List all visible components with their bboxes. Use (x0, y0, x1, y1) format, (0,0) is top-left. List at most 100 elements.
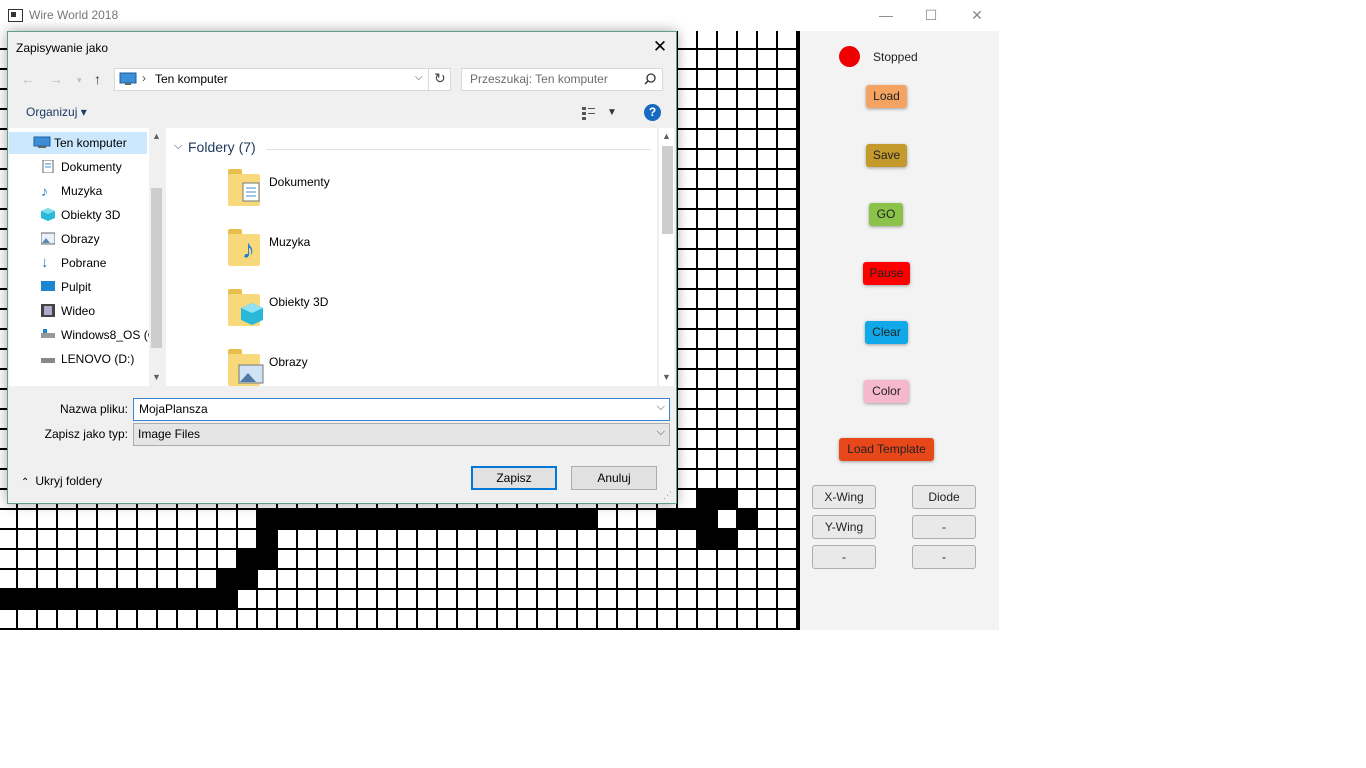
computer-icon (119, 72, 137, 85)
back-icon[interactable]: ← (21, 71, 35, 87)
nav-item-videos[interactable]: Wideo (9, 300, 147, 322)
address-bar[interactable]: › Ten komputer ⌵ ↻ (114, 68, 451, 91)
load-button[interactable]: Load (866, 85, 907, 108)
save-file-button[interactable]: Zapisz (471, 466, 557, 490)
resize-grip-icon[interactable]: ⋰ (663, 490, 672, 501)
grid-cell (736, 509, 756, 529)
folder-music-icon[interactable]: ♪ (228, 228, 266, 268)
y-wing-button[interactable]: Y-Wing (812, 515, 876, 539)
hide-folders-toggle[interactable]: ⌃ Ukryj foldery (21, 474, 102, 488)
address-dropdown-icon[interactable]: ⌵ (415, 72, 423, 83)
template-slot-button[interactable]: - (912, 515, 976, 539)
control-panel: Stopped Load Save GO Pause Clear Color L… (800, 31, 999, 630)
nav-item-documents[interactable]: Dokumenty (9, 156, 147, 178)
dialog-close-button[interactable]: ✕ (644, 32, 676, 62)
music-icon: ♪ (41, 183, 48, 199)
scroll-up-icon[interactable]: ▲ (659, 131, 674, 141)
navigation-pane: Ten komputer Dokumenty ♪ Muzyka Obiekty … (9, 128, 164, 386)
scroll-down-icon[interactable]: ▼ (149, 372, 164, 382)
pause-button[interactable]: Pause (863, 262, 910, 285)
files-scrollbar[interactable]: ▲ ▼ (659, 128, 674, 386)
up-icon[interactable]: ↑ (94, 71, 101, 87)
grid-cell (696, 489, 736, 509)
computer-icon (33, 136, 51, 148)
nav-item-this-pc[interactable]: Ten komputer (9, 132, 147, 154)
color-button[interactable]: Color (864, 380, 909, 403)
grid-cell (696, 509, 716, 529)
desktop-icon (41, 281, 55, 291)
filename-input[interactable]: MojaPlansza ⌵ (133, 398, 670, 421)
grid-cell (656, 509, 696, 529)
files-scroll-thumb[interactable] (662, 146, 673, 234)
diode-button[interactable]: Diode (912, 485, 976, 509)
filename-value: MojaPlansza (139, 402, 208, 416)
collapse-group-icon[interactable]: ⌵ (174, 140, 182, 153)
filetype-value: Image Files (138, 427, 201, 441)
drive-icon (41, 358, 55, 363)
nav-scroll-thumb[interactable] (151, 188, 162, 348)
folder-label[interactable]: Dokumenty (269, 175, 330, 189)
nav-item-drive-c[interactable]: Windows8_OS (C (9, 324, 149, 346)
maximize-button[interactable]: ☐ (908, 0, 954, 31)
nav-item-label: Ten komputer (54, 136, 127, 150)
document-overlay-icon (242, 182, 260, 202)
x-wing-button[interactable]: X-Wing (812, 485, 876, 509)
forward-icon[interactable]: → (49, 71, 63, 87)
cancel-button[interactable]: Anuluj (571, 466, 657, 490)
recent-locations-icon[interactable]: ▾ (77, 75, 82, 86)
grid-cell (0, 589, 236, 609)
nav-item-pictures[interactable]: Obrazy (9, 228, 147, 250)
scroll-down-icon[interactable]: ▼ (659, 372, 674, 382)
template-slot-button[interactable]: - (812, 545, 876, 569)
status-indicator (839, 46, 860, 67)
view-options-icon[interactable] (581, 106, 597, 120)
video-icon (41, 304, 55, 317)
search-box[interactable]: Przeszukaj: Ten komputer (461, 68, 663, 91)
documents-icon (42, 160, 54, 173)
cube-overlay-icon (241, 303, 263, 325)
folder-label[interactable]: Muzyka (269, 235, 310, 249)
music-overlay-icon: ♪ (242, 234, 255, 264)
grid-cell (216, 569, 256, 589)
app-icon (8, 9, 23, 22)
nav-scrollbar[interactable]: ▲ ▼ (149, 128, 164, 386)
filename-dropdown-icon[interactable]: ⌵ (657, 401, 665, 414)
nav-item-3d-objects[interactable]: Obiekty 3D (9, 204, 147, 226)
search-icon (644, 73, 656, 85)
go-button[interactable]: GO (869, 203, 903, 226)
save-as-dialog: Zapisywanie jako ✕ ← → ▾ ↑ › Ten kompute… (7, 31, 677, 504)
clear-button[interactable]: Clear (865, 321, 908, 344)
scroll-up-icon[interactable]: ▲ (149, 131, 164, 141)
folder-pictures-icon[interactable] (228, 348, 266, 388)
minimize-button[interactable]: — (863, 0, 909, 31)
title-bar: Wire World 2018 — ☐ ✕ (0, 0, 999, 32)
nav-item-label: Pobrane (61, 256, 107, 270)
organize-menu[interactable]: Organizuj ▾ (26, 105, 87, 119)
folders-group-header[interactable]: Foldery (7) (188, 139, 256, 155)
filetype-dropdown-icon[interactable]: ⌵ (657, 426, 665, 439)
nav-item-label: LENOVO (D:) (61, 352, 135, 366)
grid-cell (256, 529, 276, 549)
refresh-icon[interactable]: ↻ (434, 70, 446, 87)
close-button[interactable]: ✕ (954, 0, 1000, 31)
save-button[interactable]: Save (866, 144, 907, 167)
window-title: Wire World 2018 (29, 8, 119, 22)
breadcrumb-separator-icon: › (142, 71, 146, 85)
nav-item-desktop[interactable]: Pulpit (9, 276, 147, 298)
nav-item-label: Dokumenty (61, 160, 122, 174)
nav-item-drive-d[interactable]: LENOVO (D:) (9, 348, 147, 370)
nav-item-music[interactable]: ♪ Muzyka (9, 180, 147, 202)
group-divider (266, 149, 651, 150)
folder-3d-objects-icon[interactable] (228, 288, 266, 328)
view-dropdown-icon[interactable]: ▼ (607, 107, 617, 118)
nav-item-downloads[interactable]: ↓ Pobrane (9, 252, 147, 274)
help-icon[interactable]: ? (644, 104, 661, 121)
grid-cell (256, 509, 596, 529)
folder-documents-icon[interactable] (228, 168, 266, 208)
load-template-button[interactable]: Load Template (839, 438, 934, 461)
template-slot-button[interactable]: - (912, 545, 976, 569)
folder-label[interactable]: Obiekty 3D (269, 295, 328, 309)
folder-label[interactable]: Obrazy (269, 355, 308, 369)
filetype-label: Zapisz jako typ: (44, 427, 128, 441)
filetype-select[interactable]: Image Files ⌵ (133, 423, 670, 446)
